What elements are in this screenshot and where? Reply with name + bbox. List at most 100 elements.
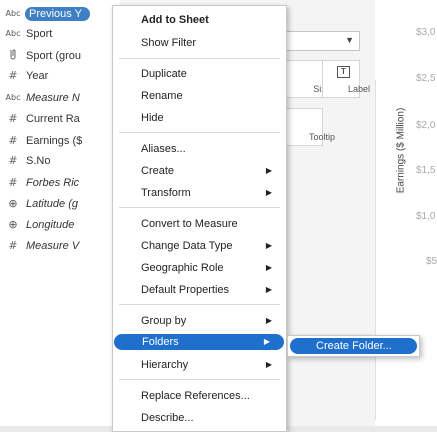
y-tick-label: $3,0 — [416, 27, 436, 38]
globe-icon: ⊕ — [8, 218, 18, 231]
group-icon — [5, 48, 21, 63]
menu-item-create-folder[interactable]: Create Folder... — [290, 338, 417, 354]
menu-item-hierarchy[interactable]: Hierarchy ▶ — [113, 355, 286, 375]
menu-item-label: Hierarchy — [141, 359, 189, 371]
field-name: Previous Y — [25, 6, 90, 21]
field-name: Latitude (g — [26, 197, 78, 210]
menu-item-label: Convert to Measure — [141, 218, 238, 230]
text-icon: T — [337, 66, 350, 78]
menu-item-label: Geographic Role — [141, 262, 224, 274]
field-row-current-rank[interactable]: # Current Ra — [0, 108, 120, 129]
menu-item-label: Show Filter — [141, 37, 197, 49]
menu-item-geographic-role[interactable]: Geographic Role ▶ — [113, 258, 286, 278]
number-type-icon: # — [8, 176, 18, 189]
label-label: Label — [347, 84, 371, 94]
menu-item-create[interactable]: Create ▶ — [113, 161, 286, 181]
field-row-earnings[interactable]: # Earnings ($ — [0, 130, 120, 151]
field-row-measure-names[interactable]: Abc Measure N — [0, 87, 120, 108]
menu-item-group-by[interactable]: Group by ▶ — [113, 311, 286, 331]
number-type-icon: # — [8, 239, 18, 252]
menu-item-label: Change Data Type — [141, 240, 233, 252]
field-row-previous-year[interactable]: Abc Previous Y — [0, 3, 120, 24]
number-type-icon: # — [8, 112, 18, 125]
submenu-arrow-icon: ▶ — [265, 285, 272, 294]
menu-item-label: Duplicate — [141, 68, 187, 80]
menu-item-show-filter[interactable]: Show Filter — [113, 33, 286, 53]
field-context-menu: Add to Sheet Show Filter Duplicate Renam… — [112, 5, 287, 432]
menu-separator — [119, 207, 280, 208]
menu-item-add-to-sheet[interactable]: Add to Sheet — [113, 10, 286, 30]
mark-type-dropdown[interactable]: ▼ — [285, 31, 360, 51]
submenu-arrow-icon: ▶ — [263, 337, 270, 346]
field-row-sport[interactable]: Abc Sport — [0, 23, 120, 44]
menu-item-default-properties[interactable]: Default Properties ▶ — [113, 280, 286, 300]
field-row-longitude[interactable]: ⊕ Longitude — [0, 214, 120, 235]
menu-item-label: Transform — [141, 187, 191, 199]
menu-item-folders[interactable]: Folders ▶ — [114, 334, 284, 350]
y-tick-label: $2,0 — [416, 120, 436, 131]
field-name: Year — [26, 69, 49, 82]
menu-item-replace-references[interactable]: Replace References... — [113, 386, 286, 406]
field-row-sport-group[interactable]: Sport (grou — [0, 45, 120, 66]
y-tick-label: $1,5 — [416, 165, 436, 176]
menu-item-label: Add to Sheet — [141, 14, 209, 26]
menu-item-label: Aliases... — [141, 143, 186, 155]
field-name: Earnings ($ — [26, 134, 83, 147]
menu-separator — [119, 132, 280, 133]
field-row-year[interactable]: # Year — [0, 65, 120, 86]
menu-item-transform[interactable]: Transform ▶ — [113, 183, 286, 203]
submenu-arrow-icon: ▶ — [265, 188, 272, 197]
menu-item-label: Group by — [141, 315, 187, 327]
y-tick-label: $2,5 — [416, 73, 436, 84]
menu-separator — [119, 58, 280, 59]
field-name: S.No — [26, 154, 51, 167]
field-row-forbes-rich[interactable]: # Forbes Ric — [0, 172, 120, 193]
field-row-sno[interactable]: # S.No — [0, 150, 120, 171]
menu-item-label: Describe... — [141, 412, 194, 424]
field-name: Forbes Ric — [26, 176, 80, 189]
menu-item-describe[interactable]: Describe... — [113, 408, 286, 428]
menu-item-rename[interactable]: Rename — [113, 86, 286, 106]
menu-item-label: Create Folder... — [316, 340, 392, 352]
y-tick-label: $5 — [426, 256, 437, 267]
menu-item-label: Hide — [141, 112, 164, 124]
menu-item-label: Create — [141, 165, 175, 177]
submenu-arrow-icon: ▶ — [265, 241, 272, 250]
submenu-arrow-icon: ▶ — [265, 316, 272, 325]
menu-item-label: Rename — [141, 90, 183, 102]
menu-item-convert-to-measure[interactable]: Convert to Measure — [113, 214, 286, 234]
menu-item-change-data-type[interactable]: Change Data Type ▶ — [113, 236, 286, 256]
submenu-arrow-icon: ▶ — [265, 360, 272, 369]
menu-separator — [119, 379, 280, 380]
menu-separator — [119, 304, 280, 305]
size-button[interactable]: Size — [285, 60, 331, 98]
submenu-arrow-icon: ▶ — [265, 263, 272, 272]
field-name: Sport (grou — [26, 49, 82, 62]
menu-item-aliases[interactable]: Aliases... — [113, 139, 286, 159]
label-button[interactable]: T Label — [322, 60, 370, 98]
field-row-measure-values[interactable]: # Measure V — [0, 235, 120, 256]
string-type-icon: Abc — [5, 29, 21, 38]
data-pane: Abc Previous Y Abc Sport Sport (grou # Y… — [0, 0, 120, 432]
globe-icon: ⊕ — [8, 197, 18, 210]
field-row-latitude[interactable]: ⊕ Latitude (g — [0, 193, 120, 214]
menu-item-hide[interactable]: Hide — [113, 108, 286, 128]
field-name: Longitude — [26, 218, 75, 231]
y-tick-label: $1,0 — [416, 211, 436, 222]
string-type-icon: Abc — [5, 93, 21, 102]
field-name: Measure N — [26, 91, 80, 104]
chevron-down-icon: ▼ — [345, 35, 354, 45]
y-axis-label: Earnings ($ Million) — [395, 107, 407, 194]
submenu-arrow-icon: ▶ — [265, 166, 272, 175]
field-name: Measure V — [26, 239, 80, 252]
menu-item-duplicate[interactable]: Duplicate — [113, 64, 286, 84]
menu-item-label: Replace References... — [141, 390, 250, 402]
tooltip-button[interactable]: Tooltip — [285, 108, 335, 146]
number-type-icon: # — [8, 134, 18, 147]
number-type-icon: # — [8, 154, 18, 167]
folders-submenu: Create Folder... — [287, 335, 420, 357]
menu-item-label: Folders — [142, 336, 179, 348]
field-name: Sport — [26, 27, 53, 40]
number-type-icon: # — [8, 69, 18, 82]
menu-item-label: Default Properties — [141, 284, 230, 296]
